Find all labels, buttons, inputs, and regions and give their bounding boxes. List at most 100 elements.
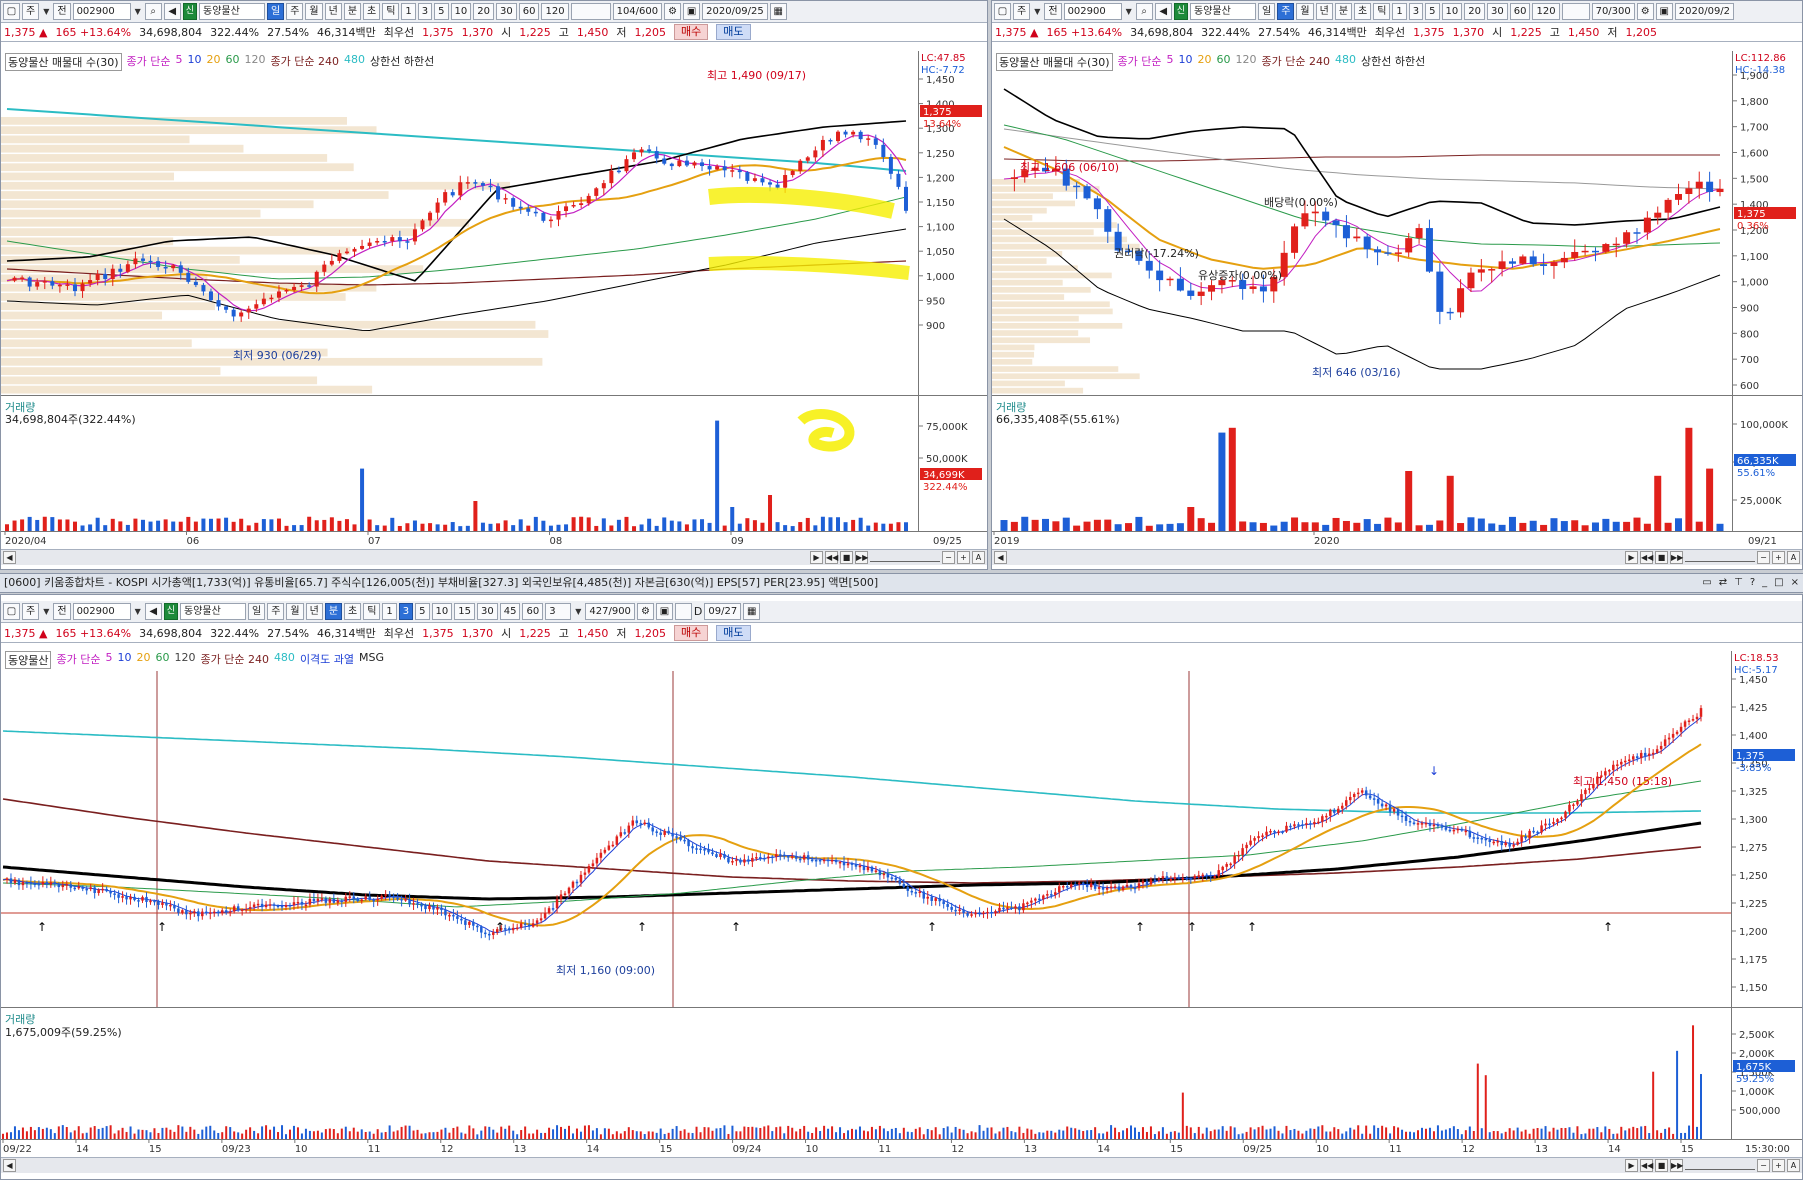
buy-button[interactable]: 매수 bbox=[674, 24, 709, 40]
link-icon[interactable]: ⇄ bbox=[1719, 574, 1727, 592]
interval-3[interactable]: 3 bbox=[417, 3, 433, 20]
prefix-button[interactable]: 전 bbox=[53, 603, 71, 620]
chevron-down-icon[interactable]: ▼ bbox=[1032, 7, 1042, 16]
interval-30[interactable]: 30 bbox=[496, 3, 517, 20]
period-tick[interactable]: 틱 bbox=[1373, 3, 1391, 20]
period-week[interactable]: 주 bbox=[1277, 3, 1295, 20]
interval-5[interactable]: 5 bbox=[434, 3, 449, 20]
search-icon[interactable]: ⌕ bbox=[144, 3, 162, 20]
chevron-down-icon[interactable]: ▼ bbox=[133, 607, 143, 616]
maximize-icon[interactable]: □ bbox=[1774, 574, 1783, 592]
play-icon[interactable]: ▶ bbox=[810, 551, 823, 564]
period-day[interactable]: 일 bbox=[267, 3, 285, 20]
chart-menu-icon[interactable]: ▢ bbox=[994, 3, 1011, 20]
chevron-down-icon[interactable]: ▼ bbox=[1124, 7, 1134, 16]
rewind-icon[interactable]: ◀◀ bbox=[1640, 1159, 1653, 1172]
calendar-icon[interactable]: ▦ bbox=[769, 3, 787, 20]
chevron-down-icon[interactable]: ▼ bbox=[41, 7, 51, 16]
zoom-slider[interactable] bbox=[870, 554, 940, 562]
custom-interval-input[interactable] bbox=[570, 3, 611, 20]
interval-120[interactable]: 120 bbox=[1532, 3, 1560, 20]
ma20-legend[interactable]: 20 bbox=[136, 651, 150, 669]
stock-name-field[interactable]: 동양물산 bbox=[180, 603, 246, 620]
stock-code-input[interactable]: 002900 bbox=[1063, 3, 1122, 20]
data-count-input[interactable]: 104/600 bbox=[612, 3, 663, 20]
period-second[interactable]: 초 bbox=[363, 3, 381, 20]
interval-3[interactable]: 3 bbox=[1408, 3, 1424, 20]
stock-name-field[interactable]: 동양물산 bbox=[1190, 3, 1256, 20]
ma480-legend[interactable]: 480 bbox=[274, 651, 295, 669]
zoom-out-icon[interactable]: − bbox=[1757, 551, 1770, 564]
ma240-legend[interactable]: 종가 단순 240 bbox=[200, 651, 268, 669]
play-icon[interactable]: ▶ bbox=[1625, 1159, 1638, 1172]
interval-20[interactable]: 20 bbox=[1464, 3, 1486, 20]
scroll-left-icon[interactable]: ◀ bbox=[3, 1159, 16, 1172]
interval-1[interactable]: 1 bbox=[1392, 3, 1407, 20]
minimize-icon[interactable]: _ bbox=[1762, 574, 1767, 592]
interval-1[interactable]: 1 bbox=[401, 3, 416, 20]
prefix-button[interactable]: 전 bbox=[1044, 3, 1062, 20]
interval-10[interactable]: 10 bbox=[1441, 3, 1463, 20]
rewind-icon[interactable]: ◀◀ bbox=[1640, 551, 1653, 564]
period-minute[interactable]: 분 bbox=[1334, 3, 1353, 20]
chevron-down-icon[interactable]: ▼ bbox=[133, 7, 143, 16]
help-icon[interactable]: ? bbox=[1750, 574, 1755, 592]
market-type-select[interactable]: 주 bbox=[1013, 3, 1031, 20]
date-input[interactable]: 09/27 bbox=[704, 603, 742, 620]
interval-60[interactable]: 60 bbox=[522, 603, 544, 620]
font-size-icon[interactable]: A bbox=[972, 551, 985, 564]
interval-10[interactable]: 10 bbox=[450, 3, 472, 20]
weekly-price-plot[interactable]: 최고 1,606 (06/10) 배당락(0.00%) 권리락(-17.24%)… bbox=[992, 69, 1732, 395]
buy-button[interactable]: 매수 bbox=[674, 625, 709, 641]
interval-60[interactable]: 60 bbox=[518, 3, 540, 20]
rewind-icon[interactable]: ◀◀ bbox=[825, 551, 838, 564]
close-icon[interactable]: × bbox=[1791, 574, 1799, 592]
forward-icon[interactable]: ▶▶ bbox=[855, 551, 868, 564]
data-count-input[interactable]: 70/300 bbox=[1591, 3, 1635, 20]
prefix-button[interactable]: 전 bbox=[53, 3, 71, 20]
daily-scrollbar[interactable]: ◀ ▶ ◀◀ ■ ▶▶ − + A bbox=[1, 549, 987, 565]
save-icon[interactable]: ▣ bbox=[655, 603, 673, 620]
period-minute[interactable]: 분 bbox=[324, 603, 343, 620]
interval-10[interactable]: 10 bbox=[431, 603, 453, 620]
period-month[interactable]: 월 bbox=[305, 3, 323, 20]
chart-menu-icon[interactable]: ▢ bbox=[3, 3, 20, 20]
stop-icon[interactable]: ■ bbox=[840, 551, 853, 564]
msg-legend[interactable]: MSG bbox=[359, 651, 384, 669]
date-input[interactable]: 2020/09/25 bbox=[702, 3, 768, 20]
ma120-legend[interactable]: 120 bbox=[174, 651, 195, 669]
custom-interval-input[interactable] bbox=[1561, 3, 1590, 20]
font-size-icon[interactable]: A bbox=[1787, 1159, 1800, 1172]
ma-legend-label[interactable]: 종가 단순 bbox=[56, 651, 100, 669]
interval-3[interactable]: 3 bbox=[398, 603, 414, 620]
tool-icon[interactable]: ⚙ bbox=[636, 603, 654, 620]
stock-code-input[interactable]: 002900 bbox=[72, 3, 131, 20]
daily-price-plot[interactable]: 최고 1,490 (09/17) 최저 930 (06/29) bbox=[1, 69, 918, 395]
ma10-legend[interactable]: 10 bbox=[117, 651, 131, 669]
interval-5[interactable]: 5 bbox=[1425, 3, 1440, 20]
calendar-icon[interactable]: ▦ bbox=[743, 603, 761, 620]
minute-volume-plot[interactable] bbox=[1, 1011, 1731, 1139]
data-count-input[interactable]: 427/900 bbox=[585, 603, 635, 620]
tool-icon[interactable]: ⚙ bbox=[664, 3, 682, 20]
chevron-down-icon[interactable]: ▼ bbox=[41, 607, 51, 616]
period-second[interactable]: 초 bbox=[344, 603, 362, 620]
minute-price-plot[interactable]: ↑ ↑ ↑ ↑ ↑ ↑ ↑ ↑ ↑ ↑ ↓ 최고 1,450 (15:18) 최저 1,160 (0… bbox=[1, 671, 1731, 1007]
daily-volume-plot[interactable] bbox=[1, 399, 918, 531]
interval-30[interactable]: 30 bbox=[477, 603, 498, 620]
period-day[interactable]: 일 bbox=[1258, 3, 1276, 20]
save-icon[interactable]: ▣ bbox=[1655, 3, 1673, 20]
interval-15[interactable]: 15 bbox=[454, 603, 476, 620]
stock-legend[interactable]: 동양물산 bbox=[5, 651, 52, 669]
stop-icon[interactable]: ■ bbox=[1655, 551, 1668, 564]
speaker-icon[interactable]: ◀ bbox=[163, 3, 181, 20]
speaker-icon[interactable]: ◀ bbox=[144, 603, 162, 620]
sell-button[interactable]: 매도 bbox=[716, 24, 751, 40]
period-month[interactable]: 월 bbox=[1296, 3, 1314, 20]
zoom-out-icon[interactable]: − bbox=[1757, 1159, 1770, 1172]
zoom-out-icon[interactable]: − bbox=[942, 551, 955, 564]
interval-120[interactable]: 120 bbox=[541, 3, 569, 20]
market-type-select[interactable]: 주 bbox=[22, 603, 40, 620]
date-input[interactable]: 2020/09/2 bbox=[1674, 3, 1735, 20]
search-icon[interactable]: ⌕ bbox=[1135, 3, 1153, 20]
